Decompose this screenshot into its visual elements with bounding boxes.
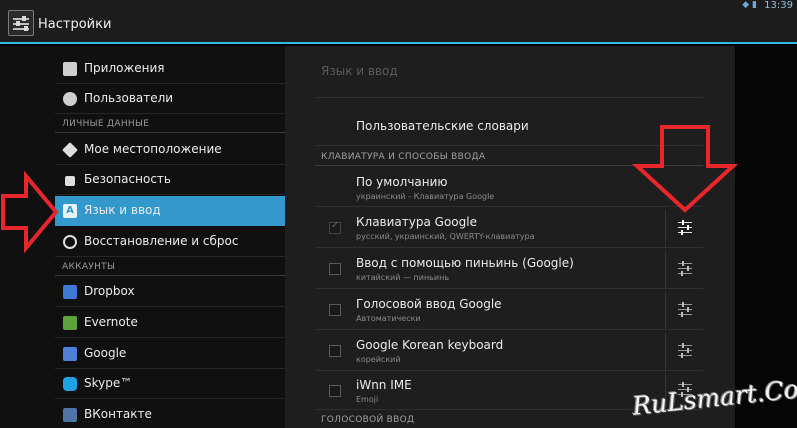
sidebar-item-restore[interactable]: Восстановление и сброс [55,227,285,257]
section-header-voice: ГОЛОСОВОЙ ВВОД [321,415,415,425]
sidebar-item-label: Безопасность [84,172,171,186]
background-edge [735,46,797,428]
keyboard-settings-button[interactable] [665,210,703,248]
page-title: Настройки [38,17,112,32]
sidebar-item-label: Evernote [84,315,138,329]
divider [55,132,285,133]
sidebar-item-users[interactable]: Пользователи [55,84,285,114]
evernote-icon [63,316,77,330]
item-subtitle: китайский — пиньинь [356,273,450,282]
pane-title: Язык и ввод [321,64,398,78]
item-title: Google Korean keyboard [356,338,504,352]
keyboard-item-google[interactable]: Клавиатура Google русский, украинский, Q… [315,208,703,248]
item-subtitle: Emoji [356,395,379,404]
sidebar-item-label: Приложения [84,61,165,75]
restore-icon [63,235,77,249]
item-title: Пользовательские словари [356,119,529,133]
keyboard-settings-button[interactable] [665,292,703,330]
left-red-arrow-icon [1,170,59,254]
item-subtitle: Автоматически [356,314,421,323]
sidebar-item-apps[interactable]: Приложения [55,54,285,84]
item-title: Клавиатура Google [356,215,477,229]
section-header-keyboard: КЛАВИАТУРА И СПОСОБЫ ВВОДА [321,152,486,162]
apps-icon [63,62,77,76]
sidebar-item-skype[interactable]: Skype™ [55,369,285,399]
settings-app-icon[interactable] [8,10,34,36]
item-title: По умолчанию [356,175,448,189]
sidebar-item-dropbox[interactable]: Dropbox [55,277,285,307]
item-subtitle: украинский - Клавиатура Google [356,192,495,201]
item-subtitle: русский, украинский, QWERTY-клавиатура [356,232,535,241]
language-input-pane: Язык и ввод Пользовательские словари КЛА… [285,46,735,428]
users-icon [63,92,77,106]
vkontakte-icon [63,408,77,422]
action-bar: Настройки ◆ ▮ 13:39 [0,0,797,44]
keyboard-settings-button[interactable] [665,333,703,371]
keyboard-item-korean[interactable]: Google Korean keyboard корейский [315,331,703,371]
list-item [315,86,703,98]
enable-checkbox[interactable] [329,385,341,397]
lock-icon [65,176,75,186]
sidebar-item-google[interactable]: Google [55,339,285,369]
skype-icon [63,377,77,391]
divider [55,275,285,276]
dropbox-icon [63,285,77,299]
language-icon: A [63,204,77,218]
sidebar-item-label: Восстановление и сброс [84,234,239,248]
enable-checkbox[interactable] [329,220,341,234]
section-header-accounts: АККАУНТЫ [62,262,116,272]
sidebar-item-vkontakte[interactable]: ВКонтакте [55,400,285,428]
enable-checkbox[interactable] [329,345,341,357]
keyboard-item-voice[interactable]: Голосовой ввод Google Автоматически [315,290,703,330]
sidebar-item-label: ВКонтакте [84,407,152,421]
item-subtitle: корейский [356,355,401,364]
sidebar-item-evernote[interactable]: Evernote [55,308,285,338]
status-time: 13:39 [764,0,793,11]
enable-checkbox[interactable] [329,263,341,275]
sidebar-item-label: Пользователи [84,91,174,105]
google-icon [63,347,77,361]
location-icon [62,142,78,158]
keyboard-settings-button[interactable] [665,251,703,289]
sidebar-item-language[interactable]: A Язык и ввод [55,196,285,226]
section-header-personal: ЛИЧНЫЕ ДАННЫЕ [62,119,150,129]
down-red-arrow-icon [632,125,738,213]
item-title: Ввод с помощью пиньинь (Google) [356,256,574,270]
sidebar-item-location[interactable]: Мое местоположение [55,135,285,165]
sidebar-item-label: Google [84,346,127,360]
sidebar-item-label: Dropbox [84,284,135,298]
sidebar-item-label: Язык и ввод [84,203,161,217]
keyboard-item-pinyin[interactable]: Ввод с помощью пиньинь (Google) китайски… [315,249,703,289]
sidebar-item-security[interactable]: Безопасность [55,165,285,195]
enable-checkbox[interactable] [329,304,341,316]
item-title: iWnn IME [356,378,412,392]
item-title: Голосовой ввод Google [356,297,502,311]
sidebar-item-label: Мое местоположение [84,142,222,156]
wifi-signal-icon: ◆ ▮ [742,0,757,10]
sidebar-item-label: Skype™ [84,376,133,390]
